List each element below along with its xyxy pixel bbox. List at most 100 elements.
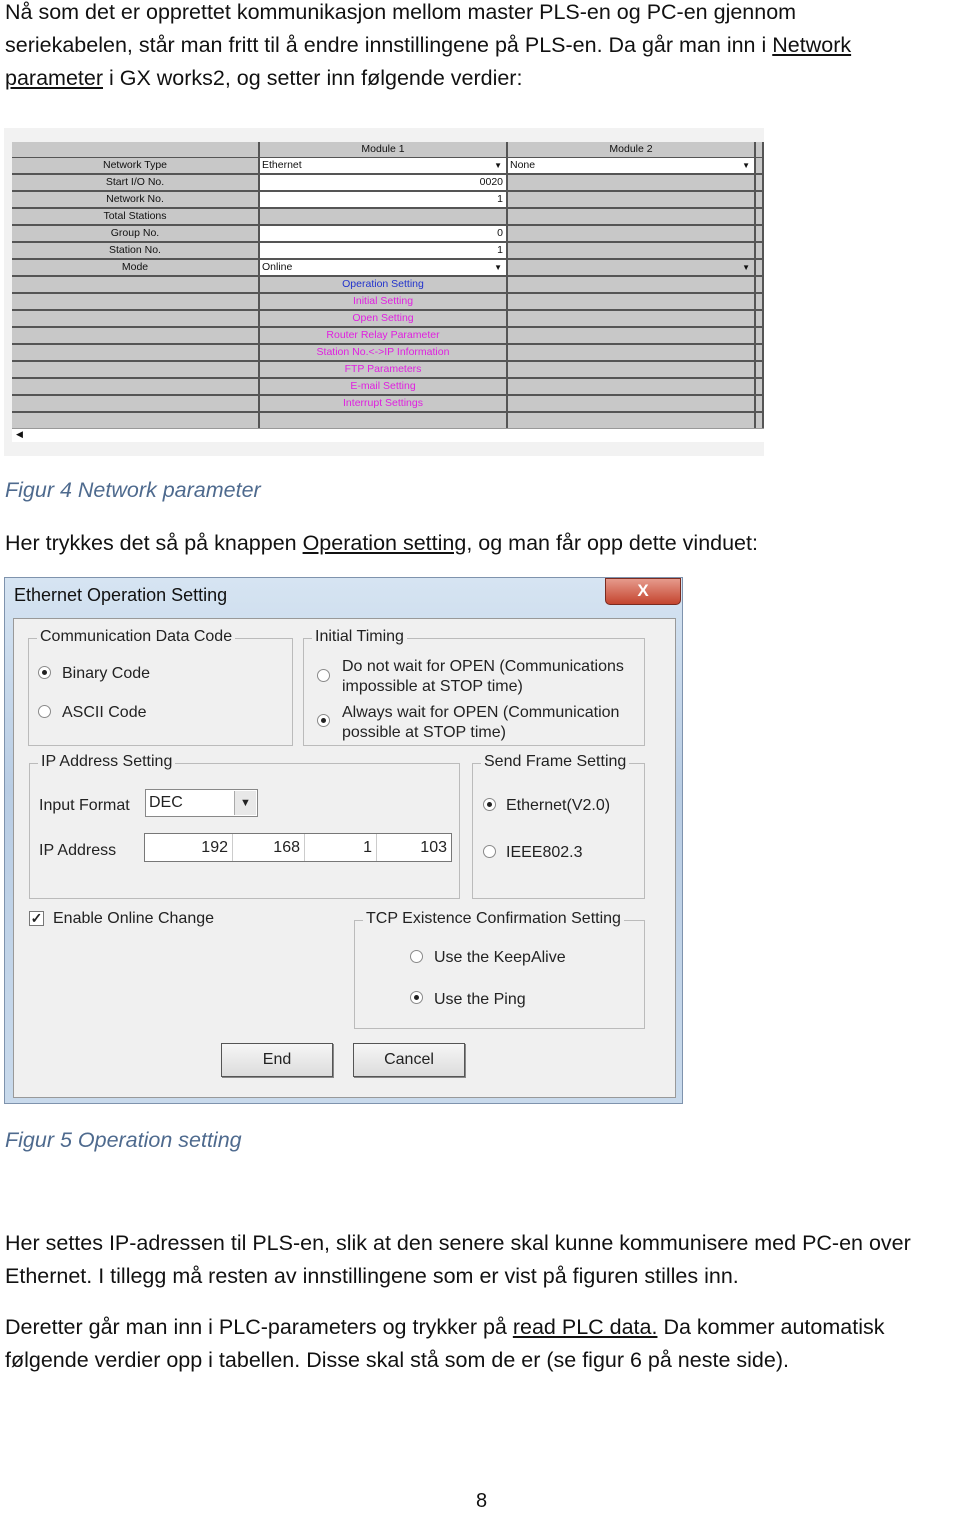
tcp-existence-group: TCP Existence Confirmation Setting Use t… <box>354 910 645 1029</box>
always-wait-label: Always wait for OPEN (Communication possi… <box>342 703 619 743</box>
setting-link[interactable]: E-mail Setting <box>260 379 508 396</box>
table-row: Network No. 1 <box>12 192 764 209</box>
cell <box>756 277 764 294</box>
paragraph-3-line-2: Ethernet. I tillegg må resten av innstil… <box>5 1264 739 1288</box>
row-label <box>12 396 260 413</box>
header-module-1: Module 1 <box>260 142 508 159</box>
ip-octet-2[interactable]: 168 <box>233 834 305 861</box>
operation-setting-link[interactable]: Operation setting <box>303 531 467 555</box>
setting-link[interactable]: Interrupt Settings <box>260 396 508 413</box>
keepalive-label: Use the KeepAlive <box>434 949 566 966</box>
module-2-cell <box>508 192 756 209</box>
chevron-down-icon[interactable]: ▼ <box>494 158 502 173</box>
group-label: TCP Existence Confirmation Setting <box>363 910 624 928</box>
cell <box>756 192 764 209</box>
table-row: Start I/O No. 0020 <box>12 175 764 192</box>
cell <box>756 379 764 396</box>
setting-link[interactable]: Initial Setting <box>260 294 508 311</box>
module-1-input[interactable]: 0020 <box>260 175 508 192</box>
setting-link[interactable]: Router Relay Parameter <box>260 328 508 345</box>
group-label: IP Address Setting <box>38 753 176 771</box>
cell <box>756 158 764 175</box>
chevron-down-icon[interactable]: ▼ <box>742 260 750 275</box>
group-label: Initial Timing <box>312 628 407 646</box>
table-row: Network Type Ethernet ▼ None ▼ <box>12 158 764 175</box>
network-link[interactable]: Network <box>772 33 851 57</box>
ip-octet-3[interactable]: 1 <box>305 834 377 861</box>
setting-link[interactable]: FTP Parameters <box>260 362 508 379</box>
paragraph-4-line-2: følgende verdier opp i tabellen. Disse s… <box>5 1348 789 1372</box>
binary-code-radio[interactable] <box>38 666 51 679</box>
row-label <box>12 277 260 294</box>
cancel-button[interactable]: Cancel <box>353 1043 465 1077</box>
table-row: Open Setting <box>12 311 764 328</box>
cell <box>756 396 764 413</box>
end-button[interactable]: End <box>221 1043 333 1077</box>
module-1-input[interactable]: 1 <box>260 192 508 209</box>
text: possible at STOP time) <box>342 724 506 741</box>
cell <box>756 328 764 345</box>
module-2-select[interactable]: None ▼ <box>508 158 756 175</box>
horizontal-scrollbar[interactable]: ◀ <box>12 428 764 442</box>
module-1-select[interactable]: Ethernet ▼ <box>260 158 508 175</box>
paragraph-2: Her trykkes det så på knappen Operation … <box>5 527 758 560</box>
setting-link[interactable]: Operation Setting <box>260 277 508 294</box>
paragraph-1-line-2: seriekabelen, står man fritt til å endre… <box>5 29 851 62</box>
scroll-left-icon[interactable]: ◀ <box>16 429 23 440</box>
ethernet-v2-radio[interactable] <box>483 798 496 811</box>
setting-link[interactable]: Station No.<->IP Information <box>260 345 508 362</box>
ieee8023-radio[interactable] <box>483 845 496 858</box>
text: seriekabelen, står man fritt til å endre… <box>5 33 773 57</box>
text: Da kommer automatisk <box>657 1315 885 1339</box>
row-label: Mode <box>12 260 260 277</box>
cell <box>756 142 764 159</box>
read-plc-data-link[interactable]: read PLC data. <box>513 1315 658 1339</box>
enable-online-change-checkbox[interactable]: ✓ <box>29 911 44 926</box>
module-2-cell <box>508 226 756 243</box>
cell <box>756 294 764 311</box>
ieee8023-label: IEEE802.3 <box>506 844 583 861</box>
group-label: Communication Data Code <box>37 628 236 646</box>
input-format-label: Input Format <box>39 797 130 814</box>
row-label: Total Stations <box>12 209 260 226</box>
module-1-select[interactable]: Online ▼ <box>260 260 508 277</box>
table-row: Interrupt Settings <box>12 396 764 413</box>
table-row: Module 1 Module 2 <box>12 142 764 159</box>
module-2-cell <box>508 362 756 379</box>
module-2-cell <box>508 328 756 345</box>
table-row: Total Stations <box>12 209 764 226</box>
module-2-cell <box>508 175 756 192</box>
module-1-input[interactable]: 0 <box>260 226 508 243</box>
parameter-link[interactable]: parameter <box>5 66 103 90</box>
do-not-wait-label: Do not wait for OPEN (Communications impo… <box>342 657 624 697</box>
row-label: Network Type <box>12 158 260 175</box>
binary-code-label: Binary Code <box>62 665 151 682</box>
ping-radio[interactable] <box>410 991 423 1004</box>
close-button[interactable]: X <box>605 578 681 605</box>
chevron-down-icon[interactable]: ▼ <box>494 260 502 275</box>
ascii-code-radio[interactable] <box>38 705 51 718</box>
module-2-select[interactable]: ▼ <box>508 260 756 277</box>
setting-link[interactable]: Open Setting <box>260 311 508 328</box>
ip-address-setting-group: IP Address Setting Input Format IP Addre… <box>29 753 460 899</box>
group-label: Send Frame Setting <box>481 753 630 771</box>
selected-value: DEC <box>149 794 183 811</box>
module-2-cell <box>508 243 756 260</box>
chevron-down-icon[interactable]: ▼ <box>742 158 750 173</box>
ip-octet-1[interactable]: 192 <box>145 834 233 861</box>
cell <box>756 362 764 379</box>
row-label <box>12 345 260 362</box>
ip-address-input: 192 168 1 103 <box>144 833 452 862</box>
keepalive-radio[interactable] <box>410 950 423 963</box>
row-label <box>12 379 260 396</box>
chevron-down-icon[interactable]: ▼ <box>234 791 256 815</box>
module-2-cell <box>508 396 756 413</box>
always-wait-radio[interactable] <box>317 714 330 727</box>
text: Always wait for OPEN (Communication <box>342 704 620 721</box>
module-1-input[interactable]: 1 <box>260 243 508 260</box>
input-format-select[interactable]: DEC ▼ <box>145 789 258 817</box>
table-row: Station No. 1 <box>12 243 764 260</box>
ip-octet-4[interactable]: 103 <box>377 834 451 861</box>
dialog-title: Ethernet Operation Setting <box>14 585 228 605</box>
do-not-wait-radio[interactable] <box>317 669 330 682</box>
